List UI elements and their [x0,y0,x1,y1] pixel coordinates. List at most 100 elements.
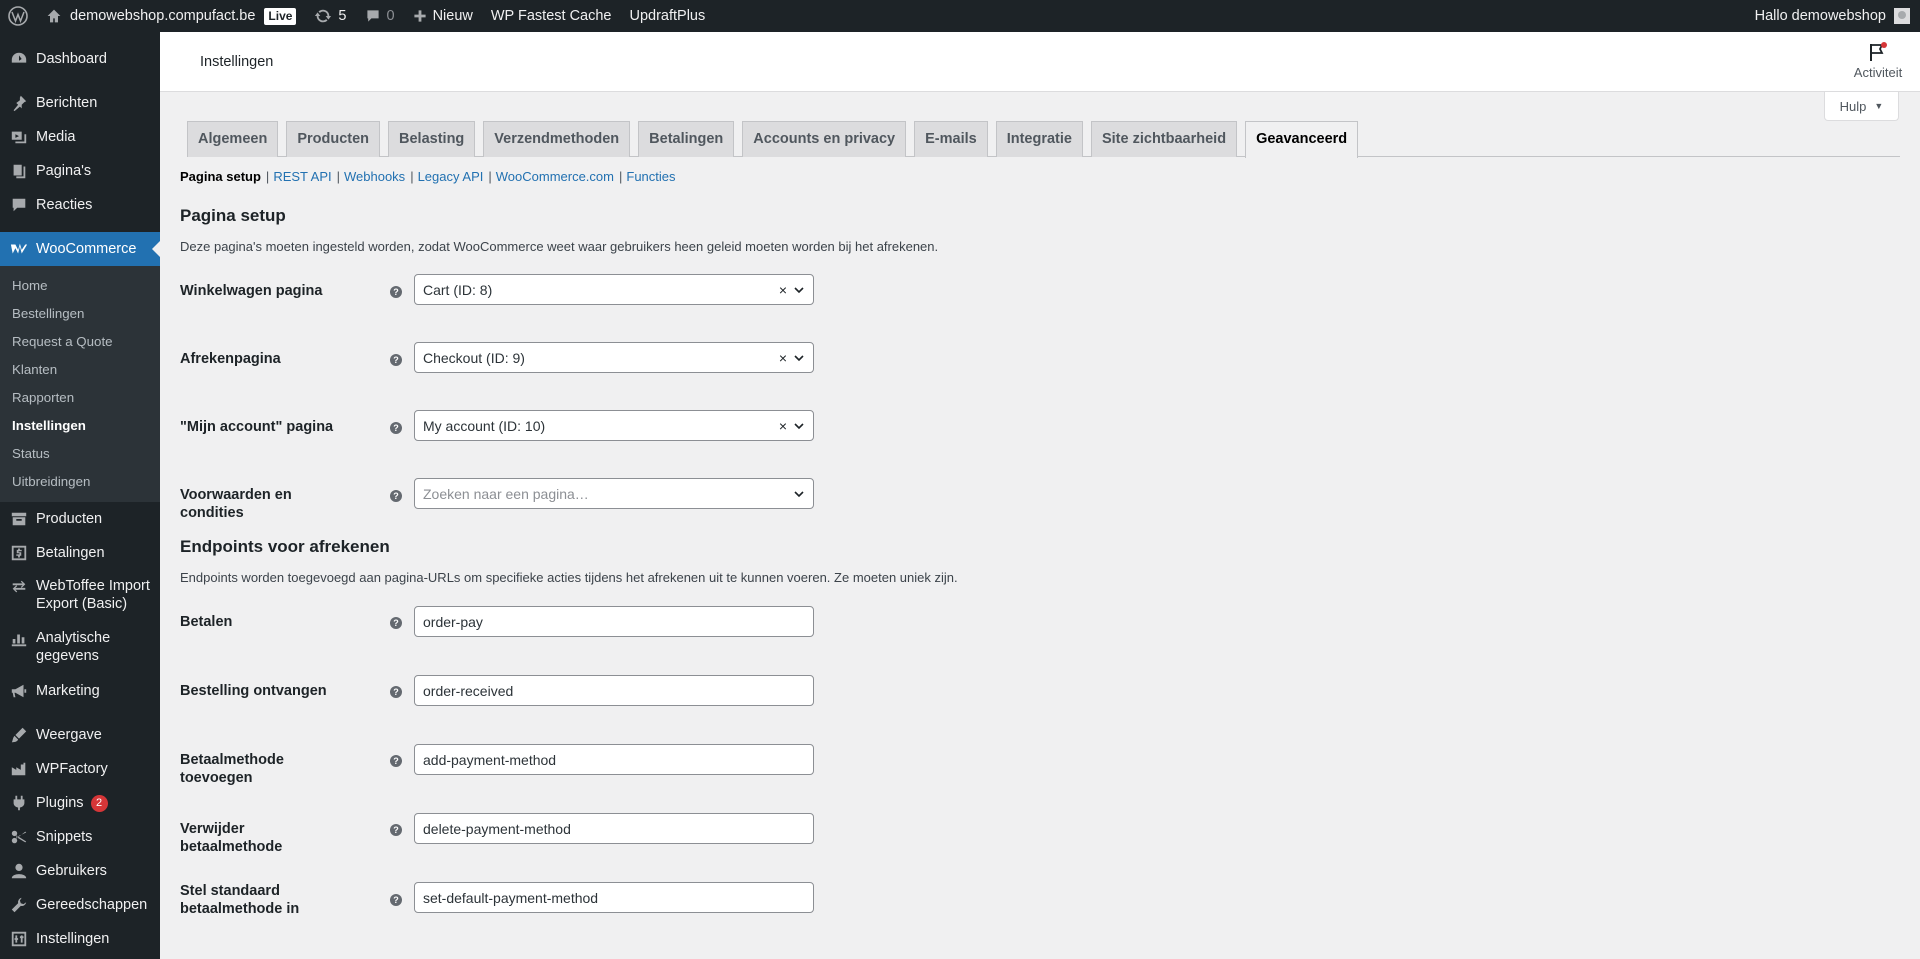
tab-accounts-en-privacy[interactable]: Accounts en privacy [742,121,907,157]
field-row-voorwaarden: Voorwaarden en condities ? Zoeken naar e… [180,473,1900,541]
new-label: Nieuw [432,8,473,24]
submenu-bestellingen[interactable]: Bestellingen [0,300,160,328]
help-tip-icon[interactable]: ? [390,422,402,434]
checkout-page-select[interactable]: Checkout (ID: 9) × [414,342,814,373]
menu-gereedschappen[interactable]: Gereedschappen [0,888,160,922]
dashboard-icon [9,49,29,69]
submenu-home[interactable]: Home [0,272,160,300]
order-pay-endpoint-input[interactable]: order-pay [414,606,814,637]
subnav-functies[interactable]: Functies [626,169,675,184]
menu-betalingen[interactable]: Betalingen [0,536,160,570]
new-content-link[interactable]: Nieuw [404,0,482,32]
activity-button[interactable]: Activiteit [1848,41,1908,80]
updraftplus-link[interactable]: UpdraftPlus [620,0,714,32]
help-tip-icon[interactable]: ? [390,824,402,836]
menu-berichten[interactable]: Berichten [0,86,160,120]
wordpress-logo-icon[interactable] [0,0,37,32]
comments-link[interactable]: 0 [356,0,404,32]
help-tab-button[interactable]: Hulp ▼ [1824,92,1899,121]
add-payment-method-endpoint-input[interactable]: add-payment-method [414,744,814,775]
tab-betalingen[interactable]: Betalingen [638,121,735,157]
menu-label: Betalingen [36,545,105,561]
comments-count: 0 [386,8,395,24]
tab-verzendmethoden[interactable]: Verzendmethoden [483,121,631,157]
separator: | [336,168,340,184]
menu-label: Berichten [36,95,98,111]
account-menu[interactable]: Hallo demowebshop [1746,0,1920,32]
menu-weergave[interactable]: Weergave [0,718,160,752]
subnav-rest-api[interactable]: REST API [273,169,331,184]
clear-icon[interactable]: × [779,418,787,434]
menu-label: Gebruikers [36,863,107,879]
tab-integratie[interactable]: Integratie [995,121,1083,157]
menu-label: Gereedschappen [36,897,148,913]
menu-wpfactory[interactable]: WPFactory [0,752,160,786]
menu-instellingen[interactable]: Instellingen [0,922,160,956]
tab-belasting[interactable]: Belasting [388,121,476,157]
menu-producten[interactable]: Producten [0,502,160,536]
help-tip-icon[interactable]: ? [390,894,402,906]
menu-marketing[interactable]: Marketing [0,674,160,708]
submenu-status[interactable]: Status [0,440,160,468]
menu-label: WooCommerce [36,241,137,257]
updates-icon [315,9,332,23]
submenu-rapporten[interactable]: Rapporten [0,384,160,412]
tab-e-mails[interactable]: E-mails [914,121,988,157]
menu-label: Producten [36,511,103,527]
menu-snippets[interactable]: Snippets [0,820,160,854]
woocommerce-header: Instellingen Activiteit [160,32,1920,92]
subnav-webhooks[interactable]: Webhooks [344,169,405,184]
menu-analytische-gegevens[interactable]: Analytische gegevens [0,622,160,674]
field-row-afrekenpagina: Afrekenpagina ? Checkout (ID: 9) × [180,337,1900,405]
help-tip-icon[interactable]: ? [390,755,402,767]
admin-sidebar: Dashboard Berichten Media Pagina's React… [0,32,160,959]
woocommerce-submenu: Home Bestellingen Request a Quote Klante… [0,266,160,502]
woocommerce-icon [9,239,29,259]
menu-dashboard[interactable]: Dashboard [0,42,160,76]
menu-webtoffee-import-export[interactable]: WebToffee Import Export (Basic) [0,570,160,622]
wp-fastest-cache-link[interactable]: WP Fastest Cache [482,0,621,32]
menu-media[interactable]: Media [0,120,160,154]
site-name-link[interactable]: demowebshop.compufact.be Live [37,0,305,32]
clear-icon[interactable]: × [779,350,787,366]
subnav-woocommerce-com[interactable]: WooCommerce.com [496,169,614,184]
updates-link[interactable]: 5 [305,0,355,32]
help-tip-icon[interactable]: ? [390,286,402,298]
subnav-pagina-setup[interactable]: Pagina setup [180,169,261,184]
tab-producten[interactable]: Producten [286,121,381,157]
field-label: Betalen [180,614,233,630]
help-tip-icon[interactable]: ? [390,617,402,629]
submenu-klanten[interactable]: Klanten [0,356,160,384]
field-label: Voorwaarden en condities [180,487,292,521]
set-default-payment-method-endpoint-input[interactable]: set-default-payment-method [414,882,814,913]
menu-paginas[interactable]: Pagina's [0,154,160,188]
pin-icon [9,93,29,113]
order-received-endpoint-input[interactable]: order-received [414,675,814,706]
subnav-legacy-api[interactable]: Legacy API [418,169,484,184]
terms-page-select[interactable]: Zoeken naar een pagina… [414,478,814,509]
help-tip-icon[interactable]: ? [390,354,402,366]
import-export-icon [9,577,29,597]
menu-reacties[interactable]: Reacties [0,188,160,222]
help-tip-icon[interactable]: ? [390,490,402,502]
tab-algemeen[interactable]: Algemeen [187,121,279,157]
submenu-uitbreidingen[interactable]: Uitbreidingen [0,468,160,496]
greeting: Hallo demowebshop [1754,8,1886,24]
menu-label: Reacties [36,197,93,213]
delete-payment-method-endpoint-input[interactable]: delete-payment-method [414,813,814,844]
menu-plugins[interactable]: Plugins 2 [0,786,160,820]
field-label: Afrekenpagina [180,351,281,367]
help-tip-icon[interactable]: ? [390,686,402,698]
my-account-page-select[interactable]: My account (ID: 10) × [414,410,814,441]
cart-page-select[interactable]: Cart (ID: 8) × [414,274,814,305]
submenu-request-a-quote[interactable]: Request a Quote [0,328,160,356]
chevron-down-icon [794,354,804,361]
menu-label: WPFactory [36,761,108,777]
field-label: Betaalmethode toevoegen [180,752,284,786]
menu-gebruikers[interactable]: Gebruikers [0,854,160,888]
menu-woocommerce[interactable]: WooCommerce [0,232,160,266]
tab-geavanceerd[interactable]: Geavanceerd [1245,121,1359,158]
submenu-instellingen[interactable]: Instellingen [0,412,160,440]
tab-site-zichtbaarheid[interactable]: Site zichtbaarheid [1090,121,1238,157]
clear-icon[interactable]: × [779,282,787,298]
